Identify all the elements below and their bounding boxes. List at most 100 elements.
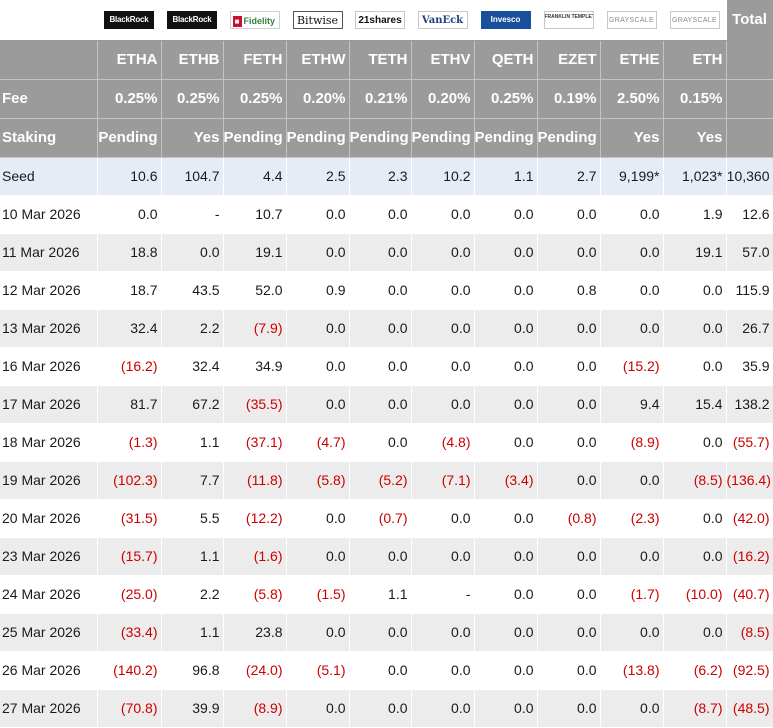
flow-row: 17 Mar 2026 81.7 67.2 (35.5) 0.0 0.0 0.0 0.0 0.0… xyxy=(0,385,773,424)
flow-value-ethv: 10.2 xyxy=(411,157,475,196)
flow-value-etha: (1.3) xyxy=(97,423,162,462)
fee-value-feth: 0.25% xyxy=(223,79,287,119)
staking-value-ezet: Pending xyxy=(537,118,601,158)
flow-value-ezet: (0.8) xyxy=(537,499,601,538)
flow-value-ezet: 0.0 xyxy=(537,537,601,576)
flow-value-eth: 0.0 xyxy=(663,423,727,462)
flow-value-ethv: 0.0 xyxy=(411,613,475,652)
flow-total-value: 10,360 xyxy=(726,157,773,196)
flow-value-ethb: 7.7 xyxy=(161,461,224,500)
flow-value-qeth: 0.0 xyxy=(474,423,538,462)
flow-value-ethv: 0.0 xyxy=(411,271,475,310)
flow-total-value: 12.6 xyxy=(726,195,773,234)
ticker-teth: TETH xyxy=(349,40,412,80)
flow-value-teth: 0.0 xyxy=(349,309,412,348)
flow-value-ethv: (7.1) xyxy=(411,461,475,500)
flow-value-qeth: 0.0 xyxy=(474,613,538,652)
flow-value-qeth: 0.0 xyxy=(474,309,538,348)
flow-row: 26 Mar 2026 (140.2) 96.8 (24.0) (5.1) 0.0 0.0 0… xyxy=(0,651,773,690)
flow-value-teth: 0.0 xyxy=(349,423,412,462)
issuer-logo-text: GRAYSCALE xyxy=(609,16,654,24)
flow-value-etha: (25.0) xyxy=(97,575,162,614)
staking-value-etha: Pending xyxy=(97,118,162,158)
flow-value-ezet: 0.0 xyxy=(537,309,601,348)
flow-total-value: (48.5) xyxy=(726,689,773,728)
flow-row: 11 Mar 2026 18.8 0.0 19.1 0.0 0.0 0.0 0.0 0.0 0.0… xyxy=(0,233,773,272)
flow-value-ethv: 0.0 xyxy=(411,309,475,348)
flow-value-etha: 18.8 xyxy=(97,233,162,272)
ticker-ezet: EZET xyxy=(537,40,601,80)
staking-value-ethe: Yes xyxy=(600,118,664,158)
flow-value-ethb: 1.1 xyxy=(161,537,224,576)
fidelity-mark-icon: ■ xyxy=(232,16,242,28)
flow-value-eth: 0.0 xyxy=(663,309,727,348)
ticker-etha: ETHA xyxy=(97,40,162,80)
flow-value-ethw: 0.0 xyxy=(286,613,350,652)
grayscale-logo-icon: GRAYSCALE xyxy=(669,10,720,29)
bitwise-logo-icon: Bitwise xyxy=(292,10,343,29)
flow-value-ethb: 0.0 xyxy=(161,233,224,272)
flow-total-value: (8.5) xyxy=(726,613,773,652)
flow-value-eth: 19.1 xyxy=(663,233,727,272)
flow-value-eth: 0.0 xyxy=(663,613,727,652)
flow-value-teth: 0.0 xyxy=(349,347,412,386)
flow-row: 13 Mar 2026 32.4 2.2 (7.9) 0.0 0.0 0.0 0.0 0.0 0.… xyxy=(0,309,773,348)
row-date-label: 25 Mar 2026 xyxy=(0,613,98,652)
flow-value-teth: 0.0 xyxy=(349,537,412,576)
flow-value-etha: (31.5) xyxy=(97,499,162,538)
flow-value-ethe: (15.2) xyxy=(600,347,664,386)
row-date-label: 27 Mar 2026 xyxy=(0,689,98,728)
flow-value-ezet: 0.8 xyxy=(537,271,601,310)
flow-value-ethe: 0.0 xyxy=(600,689,664,728)
fee-value-ethv: 0.20% xyxy=(411,79,475,119)
flow-value-feth: 4.4 xyxy=(223,157,287,196)
flow-total-value: 35.9 xyxy=(726,347,773,386)
flow-value-ethv: 0.0 xyxy=(411,195,475,234)
flow-total-value: (16.2) xyxy=(726,537,773,576)
flow-value-ethv: 0.0 xyxy=(411,537,475,576)
row-date-label: 17 Mar 2026 xyxy=(0,385,98,424)
ticker-qeth: QETH xyxy=(474,40,538,80)
flow-value-ethv: (4.8) xyxy=(411,423,475,462)
fee-value-teth: 0.21% xyxy=(349,79,412,119)
flow-value-ethw: 2.5 xyxy=(286,157,350,196)
row-date-label: 13 Mar 2026 xyxy=(0,309,98,348)
fee-value-ethw: 0.20% xyxy=(286,79,350,119)
flow-value-ethb: - xyxy=(161,195,224,234)
flow-value-teth: 0.0 xyxy=(349,385,412,424)
flow-value-ethb: 39.9 xyxy=(161,689,224,728)
invesco-logo-icon: Invesco xyxy=(480,10,531,29)
issuer-logo-text: VanEck xyxy=(421,14,464,26)
flow-value-ethb: 32.4 xyxy=(161,347,224,386)
flow-value-ethw: 0.0 xyxy=(286,537,350,576)
flow-value-feth: 52.0 xyxy=(223,271,287,310)
flow-value-ezet: 2.7 xyxy=(537,157,601,196)
flow-value-etha: (33.4) xyxy=(97,613,162,652)
flow-value-qeth: 0.0 xyxy=(474,195,538,234)
flow-value-teth: 0.0 xyxy=(349,233,412,272)
flow-value-qeth: (3.4) xyxy=(474,461,538,500)
flow-value-eth: (8.5) xyxy=(663,461,727,500)
issuer-logo-row: BlackRock BlackRock ■ Fidelity Bitwise 21shar… xyxy=(0,0,773,41)
flow-value-ethe: (1.7) xyxy=(600,575,664,614)
flow-value-etha: (15.7) xyxy=(97,537,162,576)
flow-value-ethb: 96.8 xyxy=(161,651,224,690)
flow-row: 16 Mar 2026 (16.2) 32.4 34.9 0.0 0.0 0.0 0.0 0.0… xyxy=(0,347,773,386)
flow-value-qeth: 1.1 xyxy=(474,157,538,196)
flow-row: 25 Mar 2026 (33.4) 1.1 23.8 0.0 0.0 0.0 0.0 0.0 0… xyxy=(0,613,773,652)
flow-value-ethw: 0.0 xyxy=(286,385,350,424)
fee-value-ezet: 0.19% xyxy=(537,79,601,119)
issuer-logo-cell: ■ Fidelity xyxy=(223,0,287,41)
flow-value-eth: (8.7) xyxy=(663,689,727,728)
flow-value-ethw: 0.0 xyxy=(286,689,350,728)
fee-value-qeth: 0.25% xyxy=(474,79,538,119)
flow-row: 20 Mar 2026 (31.5) 5.5 (12.2) 0.0 (0.7) 0.0 0.0… xyxy=(0,499,773,538)
flow-value-feth: (8.9) xyxy=(223,689,287,728)
flow-value-ethe: 0.0 xyxy=(600,613,664,652)
issuer-logo-cell: VanEck xyxy=(411,0,475,41)
flow-value-ezet: 0.0 xyxy=(537,613,601,652)
flow-value-ethw: 0.0 xyxy=(286,309,350,348)
flow-row: 10 Mar 2026 0.0-10.7 0.0 0.0 0.0 0.0 0.0 0.0 1.9… xyxy=(0,195,773,234)
staking-row: Staking Pending Yes Pending Pending Pending Pe… xyxy=(0,118,773,158)
flow-value-eth: 0.0 xyxy=(663,499,727,538)
